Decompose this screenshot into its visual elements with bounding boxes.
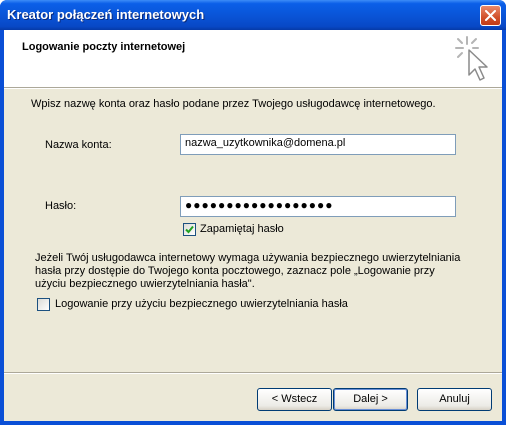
close-icon [485, 10, 496, 21]
button-area-divider-highlight [4, 373, 502, 374]
secure-password-auth-label[interactable]: Logowanie przy użyciu bezpiecznego uwier… [55, 298, 348, 310]
cancel-button[interactable]: Anuluj [417, 388, 492, 411]
title-bar[interactable]: Kreator połączeń internetowych [0, 0, 506, 30]
spa-note-line-3: użyciu bezpiecznego uwierzytelniania has… [35, 278, 255, 290]
remember-password-checkbox[interactable] [183, 223, 196, 236]
account-name-label: Nazwa konta: [45, 139, 112, 151]
password-value: ●●●●●●●●●●●●●●●●●● [185, 198, 334, 212]
close-button[interactable] [480, 5, 501, 26]
wizard-client-area: Logowanie poczty internetowej Wpisz nazw… [4, 30, 502, 421]
page-title: Logowanie poczty internetowej [22, 41, 186, 53]
remember-password-label[interactable]: Zapamiętaj hasło [200, 223, 284, 235]
secure-password-auth-checkbox[interactable] [37, 298, 50, 311]
account-name-input[interactable]: nazwa_uzytkownika@domena.pl [180, 134, 456, 155]
spa-note-line-1: Jeżeli Twój usługodawca internetowy wyma… [35, 252, 461, 264]
wizard-header: Logowanie poczty internetowej [4, 30, 502, 87]
next-button[interactable]: Dalej > [333, 388, 408, 411]
intro-text: Wpisz nazwę konta oraz hasło podane prze… [31, 98, 436, 110]
window-title: Kreator połączeń internetowych [7, 7, 205, 22]
password-input[interactable]: ●●●●●●●●●●●●●●●●●● [180, 196, 456, 217]
spa-note-line-2: hasła przy dostępie do Twojego konta poc… [35, 265, 435, 277]
wizard-window: Kreator połączeń internetowych Logowanie… [0, 0, 506, 425]
header-divider-highlight [4, 88, 502, 89]
window-frame-bottom [0, 421, 506, 425]
wizard-cursor-icon [455, 36, 488, 81]
back-button[interactable]: < Wstecz [257, 388, 332, 411]
check-icon [185, 225, 194, 234]
password-label: Hasło: [45, 200, 77, 212]
account-name-value: nazwa_uzytkownika@domena.pl [185, 137, 346, 149]
